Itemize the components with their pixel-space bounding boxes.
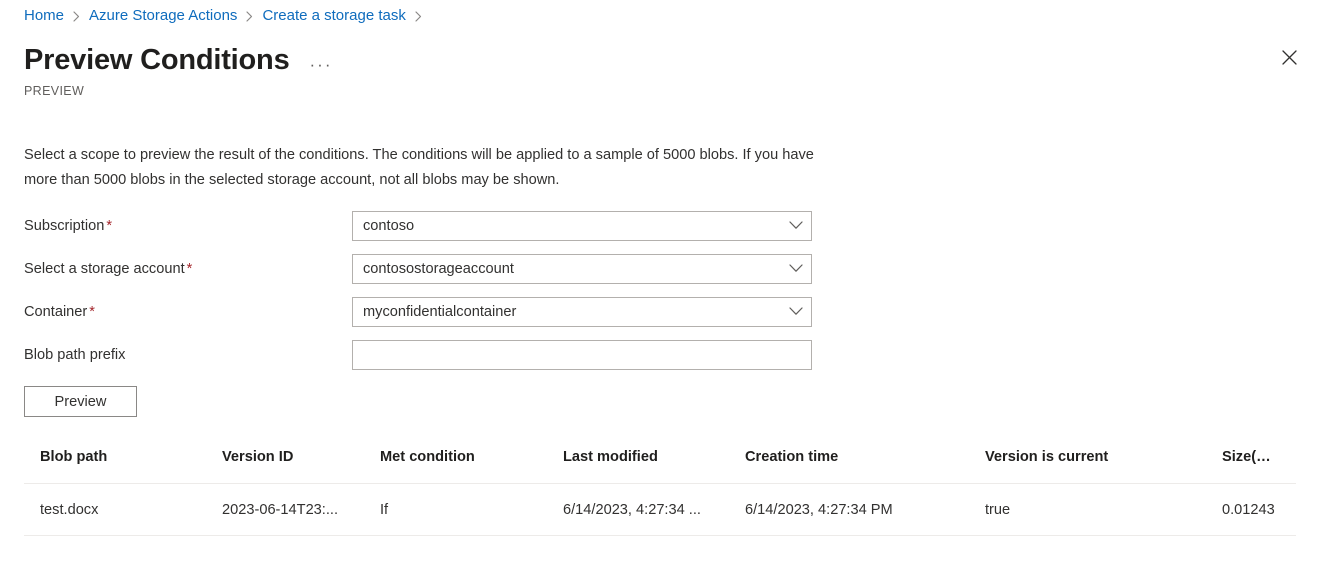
storage-account-dropdown-value: contosostorageaccount bbox=[363, 260, 514, 277]
label-blob-path-prefix: Blob path prefix bbox=[24, 347, 352, 363]
results-table-container: Blob path Version ID Met condition Last … bbox=[24, 449, 1296, 536]
chevron-down-icon bbox=[789, 307, 803, 316]
label-container: Container * bbox=[24, 304, 352, 320]
column-header-version-is-current[interactable]: Version is current bbox=[969, 449, 1206, 484]
chevron-right-icon bbox=[415, 10, 422, 22]
cell-met-condition: If bbox=[364, 483, 547, 536]
more-options-icon[interactable]: ··· bbox=[310, 56, 333, 73]
label-storage-account-text: Select a storage account bbox=[24, 260, 185, 277]
column-header-creation-time[interactable]: Creation time bbox=[729, 449, 969, 484]
breadcrumb-item-create-a-storage-task[interactable]: Create a storage task bbox=[262, 6, 405, 26]
page-header: Preview Conditions ··· bbox=[24, 41, 332, 79]
preview-badge: PREVIEW bbox=[24, 84, 85, 98]
blob-path-prefix-field[interactable] bbox=[352, 339, 812, 370]
storage-account-dropdown[interactable]: contosostorageaccount bbox=[352, 253, 812, 284]
breadcrumb-item-home[interactable]: Home bbox=[24, 6, 64, 26]
chevron-down-icon bbox=[789, 264, 803, 273]
label-container-text: Container bbox=[24, 303, 88, 320]
chevron-right-icon bbox=[246, 10, 253, 22]
column-header-size-mb[interactable]: Size(MB) bbox=[1206, 449, 1296, 484]
breadcrumb-item-azure-storage-actions[interactable]: Azure Storage Actions bbox=[89, 6, 237, 26]
label-subscription-text: Subscription bbox=[24, 217, 105, 234]
form-row-blob-path-prefix: Blob path prefix bbox=[24, 333, 824, 376]
cell-blob-path: test.docx bbox=[24, 483, 206, 536]
container-dropdown-value: myconfidentialcontainer bbox=[363, 303, 517, 320]
cell-creation-time: 6/14/2023, 4:27:34 PM bbox=[729, 483, 969, 536]
form-row-subscription: Subscription * contoso bbox=[24, 204, 824, 247]
scope-form: Subscription * contoso Select a storage a… bbox=[24, 204, 824, 376]
cell-version-is-current: true bbox=[969, 483, 1206, 536]
breadcrumb: Home Azure Storage Actions Create a stor… bbox=[24, 6, 431, 26]
required-indicator: * bbox=[186, 260, 193, 277]
label-subscription: Subscription * bbox=[24, 218, 352, 234]
chevron-right-icon bbox=[73, 10, 80, 22]
subscription-dropdown-value: contoso bbox=[363, 217, 415, 234]
table-header-row: Blob path Version ID Met condition Last … bbox=[24, 449, 1296, 484]
form-row-storage-account: Select a storage account * contosostorage… bbox=[24, 247, 824, 290]
results-table: Blob path Version ID Met condition Last … bbox=[24, 449, 1296, 536]
close-icon bbox=[1281, 50, 1297, 68]
subscription-dropdown[interactable]: contoso bbox=[352, 210, 812, 241]
required-indicator: * bbox=[106, 217, 112, 234]
blob-path-prefix-input[interactable] bbox=[363, 346, 803, 363]
close-button[interactable] bbox=[1272, 42, 1306, 76]
column-header-last-modified[interactable]: Last modified bbox=[547, 449, 729, 484]
form-row-container: Container * myconfidentialcontainer bbox=[24, 290, 824, 333]
description-text: Select a scope to preview the result of … bbox=[24, 146, 814, 188]
required-indicator: * bbox=[89, 303, 95, 320]
page-title: Preview Conditions bbox=[24, 44, 290, 76]
label-blob-path-prefix-text: Blob path prefix bbox=[24, 346, 126, 363]
column-header-version-id[interactable]: Version ID bbox=[206, 449, 364, 484]
column-header-blob-path[interactable]: Blob path bbox=[24, 449, 206, 484]
table-row[interactable]: test.docx 2023-06-14T23:... If 6/14/2023… bbox=[24, 483, 1296, 536]
label-storage-account: Select a storage account * bbox=[24, 261, 352, 277]
chevron-down-icon bbox=[789, 221, 803, 230]
preview-button[interactable]: Preview bbox=[24, 386, 137, 417]
cell-size-mb: 0.01243 bbox=[1206, 483, 1296, 536]
cell-last-modified: 6/14/2023, 4:27:34 ... bbox=[547, 483, 729, 536]
column-header-met-condition[interactable]: Met condition bbox=[364, 449, 547, 484]
container-dropdown[interactable]: myconfidentialcontainer bbox=[352, 296, 812, 327]
cell-version-id: 2023-06-14T23:... bbox=[206, 483, 364, 536]
